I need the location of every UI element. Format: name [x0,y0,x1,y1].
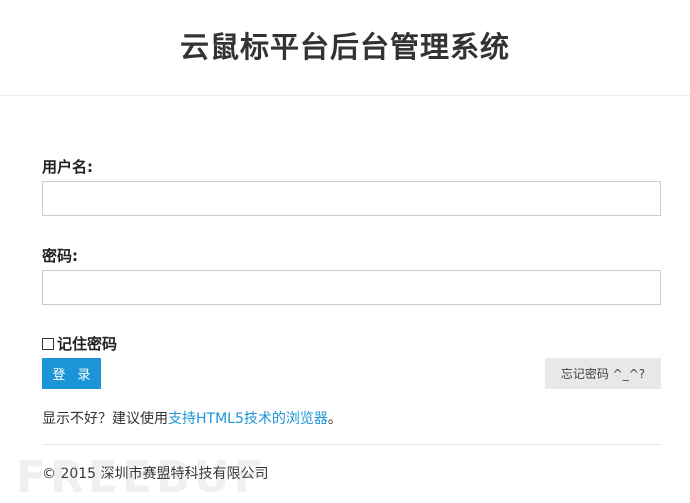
password-input[interactable] [42,270,661,305]
browser-note-suffix: 。 [327,411,342,427]
username-label: 用户名: [42,158,93,176]
login-button[interactable]: 登 录 [42,358,101,389]
browser-link[interactable]: 支持HTML5技术的浏览器 [168,411,328,427]
remember-password[interactable]: 记住密码 [42,333,117,354]
remember-checkbox[interactable] [42,337,54,350]
browser-note: 显示不好？建议使用支持HTML5技术的浏览器。 [42,408,342,428]
page-title: 云鼠标平台后台管理系统 [179,29,510,64]
username-input[interactable] [42,181,661,216]
divider [42,444,661,445]
footer-copyright: © 2015 深圳市赛盟特科技有限公司 [42,466,269,482]
browser-note-prefix: 显示不好？建议使用 [42,411,168,427]
remember-label: 记住密码 [57,335,118,353]
password-label: 密码: [42,247,78,265]
forgot-password-button[interactable]: 忘记密码 ^_^? [545,358,661,389]
page-header: 云鼠标平台后台管理系统 [0,0,690,96]
